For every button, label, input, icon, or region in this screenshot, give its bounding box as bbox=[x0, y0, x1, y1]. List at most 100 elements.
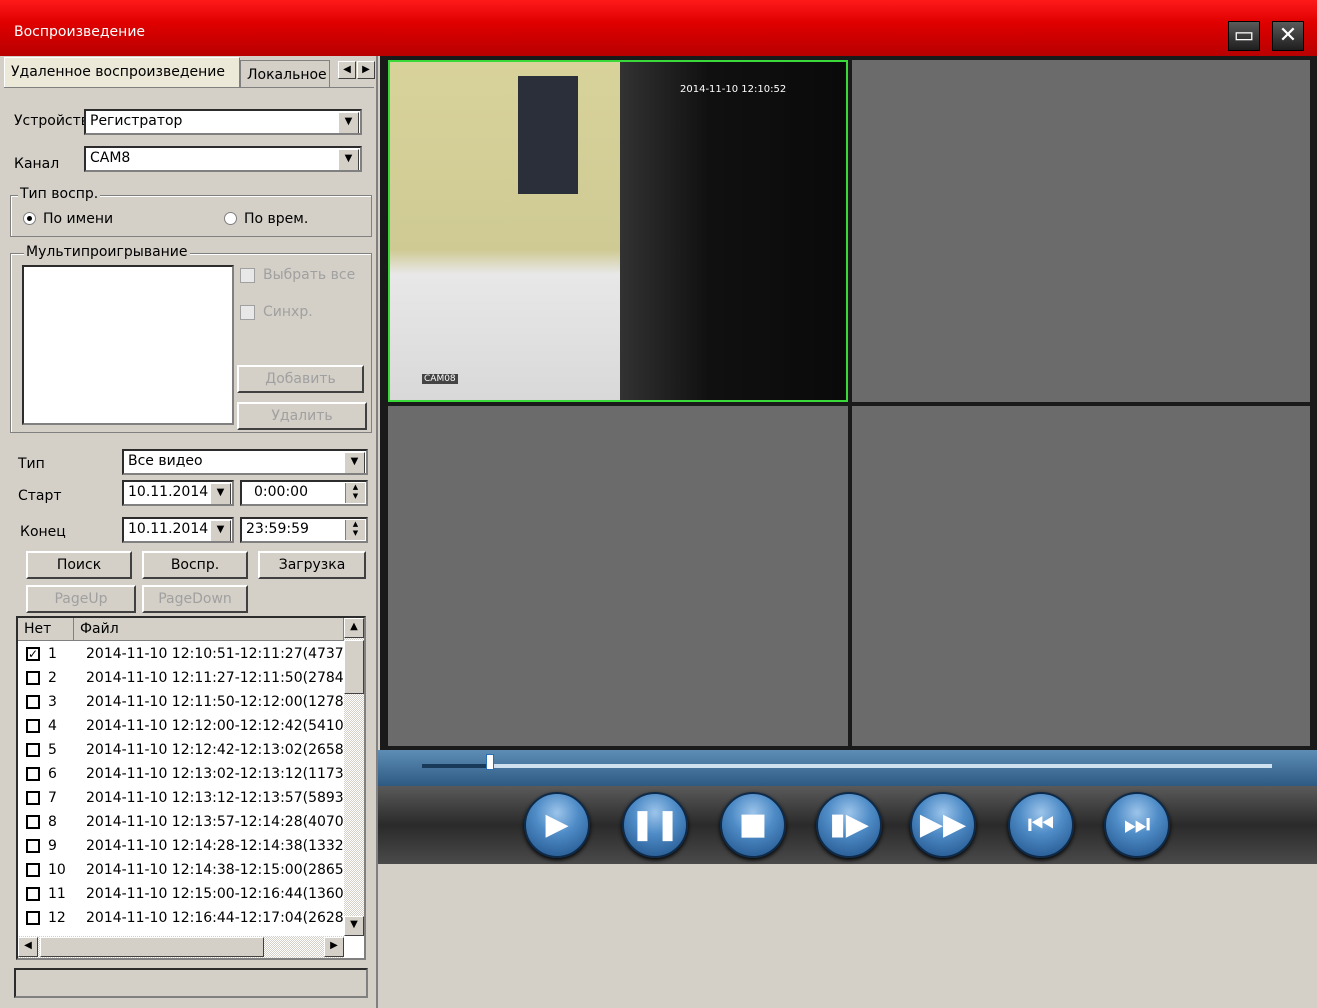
row-checkbox[interactable] bbox=[26, 695, 40, 709]
by-time-radio[interactable] bbox=[224, 212, 237, 225]
video-cell-2[interactable] bbox=[852, 60, 1310, 402]
table-row[interactable]: 6 2014-11-10 12:13:02-12:13:12(1173 bbox=[22, 764, 344, 786]
spin-icon[interactable]: ▲ ▼ bbox=[345, 483, 365, 503]
type-select[interactable]: Все видео ▼ bbox=[122, 449, 368, 475]
device-select[interactable]: Регистратор ▼ bbox=[84, 109, 362, 135]
tab-local-playback[interactable]: Локальное bbox=[240, 60, 330, 88]
row-checkbox[interactable] bbox=[26, 863, 40, 877]
h-scroll-thumb[interactable] bbox=[40, 937, 264, 957]
select-all-checkbox[interactable] bbox=[240, 268, 255, 283]
camera-label: CAM08 bbox=[422, 374, 458, 384]
row-checkbox[interactable] bbox=[26, 719, 40, 733]
calendar-dropdown-icon[interactable]: ▼ bbox=[210, 520, 231, 541]
device-label: Устройств bbox=[14, 113, 84, 129]
progress-thumb[interactable] bbox=[486, 754, 494, 770]
playback-progress-bar[interactable] bbox=[378, 750, 1317, 786]
stop-icon[interactable]: ■ bbox=[720, 792, 786, 858]
column-header-no[interactable]: Нет bbox=[18, 618, 74, 641]
scroll-left-icon[interactable]: ◀ bbox=[18, 937, 38, 957]
page-down-button[interactable]: PageDown bbox=[142, 585, 248, 613]
table-row[interactable]: 9 2014-11-10 12:14:28-12:14:38(1332 bbox=[22, 836, 344, 858]
row-checkbox[interactable] bbox=[26, 743, 40, 757]
progress-track[interactable] bbox=[422, 764, 1272, 768]
row-checkbox[interactable] bbox=[26, 839, 40, 853]
start-date-value: 10.11.2014 bbox=[128, 484, 209, 500]
spin-icon[interactable]: ▲ ▼ bbox=[345, 520, 365, 540]
multiplay-list[interactable] bbox=[22, 265, 234, 425]
horizontal-scrollbar[interactable]: ◀ ▶ bbox=[18, 936, 344, 958]
row-number: 9 bbox=[48, 838, 57, 854]
scroll-down-icon[interactable]: ▼ bbox=[344, 916, 364, 936]
table-row[interactable]: 8 2014-11-10 12:13:57-12:14:28(4070 bbox=[22, 812, 344, 834]
vertical-scrollbar[interactable]: ▲ ▼ bbox=[344, 618, 364, 936]
scroll-thumb[interactable] bbox=[344, 640, 364, 694]
page-up-button[interactable]: PageUp bbox=[26, 585, 136, 613]
table-row[interactable]: 11 2014-11-10 12:15:00-12:16:44(1360 bbox=[22, 884, 344, 906]
start-date-picker[interactable]: 10.11.2014 ▼ bbox=[122, 480, 234, 506]
start-label: Старт bbox=[18, 488, 62, 504]
table-row[interactable]: 5 2014-11-10 12:12:42-12:13:02(2658 bbox=[22, 740, 344, 762]
tab-remote-playback[interactable]: Удаленное воспроизведение bbox=[4, 57, 240, 88]
delete-button[interactable]: Удалить bbox=[237, 402, 367, 430]
type-label: Тип bbox=[18, 456, 45, 472]
row-checkbox[interactable] bbox=[26, 815, 40, 829]
row-file: 2014-11-10 12:11:27-12:11:50(2784 bbox=[86, 670, 344, 686]
row-number: 4 bbox=[48, 718, 57, 734]
row-number: 5 bbox=[48, 742, 57, 758]
table-row[interactable]: 12 2014-11-10 12:16:44-12:17:04(2628 bbox=[22, 908, 344, 930]
add-button[interactable]: Добавить bbox=[237, 365, 364, 393]
row-file: 2014-11-10 12:10:51-12:11:27(4737 bbox=[86, 646, 344, 662]
row-checkbox[interactable] bbox=[26, 767, 40, 781]
tab-scroll-right-icon[interactable]: ▶ bbox=[357, 61, 375, 79]
scroll-right-icon[interactable]: ▶ bbox=[324, 937, 344, 957]
chevron-down-icon[interactable]: ▼ bbox=[344, 452, 365, 473]
table-row[interactable]: 4 2014-11-10 12:12:00-12:12:42(5410 bbox=[22, 716, 344, 738]
chevron-down-icon[interactable]: ▼ bbox=[338, 149, 359, 170]
row-checkbox[interactable] bbox=[26, 887, 40, 901]
previous-icon[interactable]: ⏮ bbox=[1008, 792, 1074, 858]
row-number: 7 bbox=[48, 790, 57, 806]
start-time-input[interactable]: 0:00:00 ▲ ▼ bbox=[240, 480, 368, 506]
table-row[interactable]: 7 2014-11-10 12:13:12-12:13:57(5893 bbox=[22, 788, 344, 810]
camera-scene bbox=[390, 62, 620, 400]
row-file: 2014-11-10 12:15:00-12:16:44(1360 bbox=[86, 886, 344, 902]
end-date-picker[interactable]: 10.11.2014 ▼ bbox=[122, 517, 234, 543]
next-icon[interactable]: ⏭ bbox=[1104, 792, 1170, 858]
by-name-radio[interactable] bbox=[23, 212, 36, 225]
multiplay-group-title: Мультипроигрывание bbox=[24, 244, 190, 260]
scroll-up-icon[interactable]: ▲ bbox=[344, 618, 364, 638]
download-button[interactable]: Загрузка bbox=[258, 551, 366, 579]
row-checkbox[interactable]: ✓ bbox=[26, 647, 40, 661]
tab-scroll-left-icon[interactable]: ◀ bbox=[338, 61, 356, 79]
video-cell-1[interactable]: 2014-11-10 12:10:52 CAM08 bbox=[388, 60, 848, 402]
close-icon[interactable]: ✕ bbox=[1272, 21, 1304, 51]
file-list[interactable]: Нет Файл ✓ 1 2014-11-10 12:10:51-12:11:27(… bbox=[16, 616, 366, 960]
play-button[interactable]: Воспр. bbox=[142, 551, 248, 579]
column-header-file[interactable]: Файл bbox=[74, 618, 344, 641]
step-frame-icon[interactable]: ▮▶ bbox=[816, 792, 882, 858]
row-number: 10 bbox=[48, 862, 66, 878]
fast-forward-icon[interactable]: ▶▶ bbox=[910, 792, 976, 858]
row-checkbox[interactable] bbox=[26, 911, 40, 925]
channel-select[interactable]: CAM8 ▼ bbox=[84, 146, 362, 172]
end-label: Конец bbox=[20, 524, 66, 540]
end-time-input[interactable]: 23:59:59 ▲ ▼ bbox=[240, 517, 368, 543]
chevron-down-icon[interactable]: ▼ bbox=[338, 112, 359, 133]
sync-checkbox[interactable] bbox=[240, 305, 255, 320]
video-cell-4[interactable] bbox=[852, 406, 1310, 746]
tab-divider bbox=[4, 87, 374, 88]
restore-icon[interactable]: ▭ bbox=[1228, 21, 1260, 51]
table-row[interactable]: ✓ 1 2014-11-10 12:10:51-12:11:27(4737 bbox=[22, 644, 344, 666]
calendar-dropdown-icon[interactable]: ▼ bbox=[210, 483, 231, 504]
table-row[interactable]: 3 2014-11-10 12:11:50-12:12:00(1278 bbox=[22, 692, 344, 714]
row-checkbox[interactable] bbox=[26, 671, 40, 685]
row-file: 2014-11-10 12:12:00-12:12:42(5410 bbox=[86, 718, 344, 734]
pause-icon[interactable]: ❚❚ bbox=[622, 792, 688, 858]
video-cell-3[interactable] bbox=[388, 406, 848, 746]
table-row[interactable]: 2 2014-11-10 12:11:27-12:11:50(2784 bbox=[22, 668, 344, 690]
play-icon[interactable]: ▶ bbox=[524, 792, 590, 858]
row-checkbox[interactable] bbox=[26, 791, 40, 805]
search-button[interactable]: Поиск bbox=[26, 551, 132, 579]
select-all-label: Выбрать все bbox=[263, 267, 356, 283]
table-row[interactable]: 10 2014-11-10 12:14:38-12:15:00(2865 bbox=[22, 860, 344, 882]
